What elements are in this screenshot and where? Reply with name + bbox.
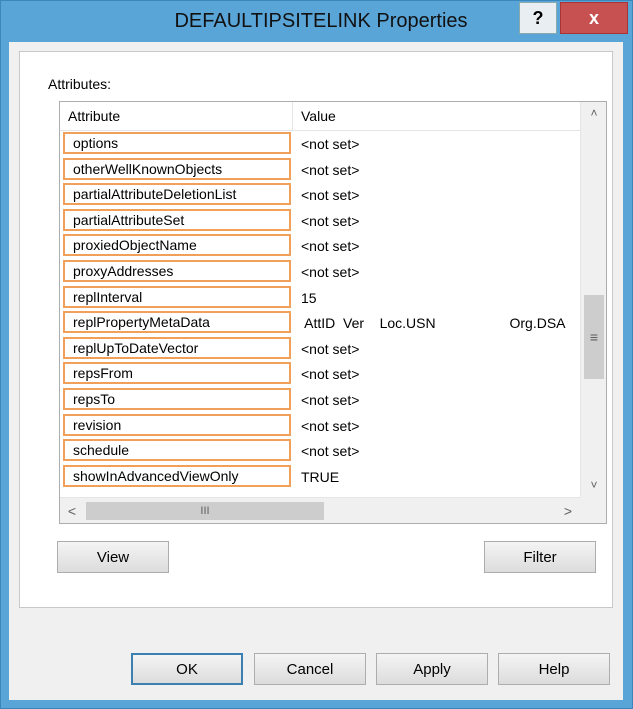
attribute-value-cell: <not set> <box>301 212 360 229</box>
attributes-label: Attributes: <box>48 76 112 92</box>
attribute-name-cell: partialAttributeDeletionList <box>63 183 291 206</box>
table-row[interactable]: repsFrom <not set> <box>60 361 580 387</box>
horizontal-scroll-thumb[interactable]: III <box>86 502 324 520</box>
attribute-value-cell: <not set> <box>301 136 360 152</box>
filter-button[interactable]: Filter <box>484 541 596 573</box>
attribute-name-cell: replPropertyMetaData <box>63 311 291 334</box>
table-row[interactable]: otherWellKnownObjects <not set> <box>60 157 580 183</box>
attribute-value-cell: <not set> <box>301 187 360 204</box>
attribute-value-cell: <not set> <box>301 161 360 178</box>
dialog-body: Attributes: Attribute Value options <not … <box>9 42 623 700</box>
attribute-value-cell: <not set> <box>301 417 360 434</box>
table-row[interactable]: proxyAddresses <not set> <box>60 259 580 285</box>
attribute-value-cell: <not set> <box>301 443 360 460</box>
horizontal-scrollbar[interactable]: < III > <box>60 497 580 523</box>
scroll-left-icon[interactable]: < <box>60 498 84 523</box>
attribute-value-cell: 15 <box>301 289 317 306</box>
attribute-value-cell: <not set> <box>301 238 360 255</box>
attribute-name-cell: partialAttributeSet <box>63 208 291 231</box>
cancel-button[interactable]: Cancel <box>254 653 366 685</box>
table-row[interactable]: partialAttributeDeletionList <not set> <box>60 182 580 208</box>
scroll-up-icon[interactable]: ˄ <box>581 102 606 124</box>
table-row[interactable]: repsTo <not set> <box>60 387 580 413</box>
scroll-right-icon[interactable]: > <box>556 498 580 523</box>
table-row[interactable]: revision <not set> <box>60 413 580 439</box>
attribute-name-cell: options <box>63 132 291 154</box>
attribute-value-cell: AttID Ver Loc.USN Org.DSA <box>301 315 566 332</box>
help-title-button[interactable]: ? <box>519 2 557 34</box>
window-title: DEFAULTIPSITELINK Properties <box>174 10 468 32</box>
vertical-scrollbar[interactable]: ˄ ≡ ˅ <box>580 102 606 497</box>
table-row[interactable]: replInterval 15 <box>60 285 580 311</box>
title-bar[interactable]: DEFAULTIPSITELINK Properties ? x <box>1 1 632 41</box>
grip-icon: ≡ <box>589 329 599 345</box>
attribute-value-cell: <not set> <box>301 366 360 383</box>
attributes-list[interactable]: Attribute Value options <not set> otherWel… <box>59 101 607 524</box>
attribute-name-cell: schedule <box>63 439 291 462</box>
column-header-attribute[interactable]: Attribute <box>60 102 293 130</box>
attribute-name-cell: replInterval <box>63 285 291 308</box>
table-row[interactable]: partialAttributeSet <not set> <box>60 208 580 234</box>
attribute-name-cell: showInAdvancedViewOnly <box>63 464 291 487</box>
table-row[interactable]: options <not set> <box>60 131 580 157</box>
ok-button[interactable]: OK <box>131 653 243 685</box>
attribute-name-cell: proxiedObjectName <box>63 234 291 257</box>
table-row[interactable]: showInAdvancedViewOnly TRUE <box>60 464 580 490</box>
attribute-name-cell: repsTo <box>63 387 291 410</box>
apply-button[interactable]: Apply <box>376 653 488 685</box>
view-button[interactable]: View <box>57 541 169 573</box>
list-header: Attribute Value <box>60 102 580 131</box>
column-header-value[interactable]: Value <box>293 102 580 130</box>
vertical-scroll-thumb[interactable]: ≡ <box>584 295 604 379</box>
attribute-value-cell: <not set> <box>301 263 360 280</box>
table-row[interactable]: schedule <not set> <box>60 438 580 464</box>
attribute-value-cell: <not set> <box>301 340 360 357</box>
attribute-editor-panel: Attributes: Attribute Value options <not … <box>19 51 613 608</box>
table-row[interactable]: replUpToDateVector <not set> <box>60 336 580 362</box>
attribute-name-cell: replUpToDateVector <box>63 336 291 359</box>
list-rows: options <not set> otherWellKnownObjects <no… <box>60 131 580 489</box>
scroll-corner <box>580 497 606 523</box>
scroll-down-icon[interactable]: ˅ <box>581 474 606 496</box>
attribute-name-cell: revision <box>63 413 291 436</box>
attribute-value-cell: TRUE <box>301 468 340 485</box>
attribute-name-cell: repsFrom <box>63 362 291 385</box>
help-button[interactable]: Help <box>498 653 610 685</box>
attribute-name-cell: otherWellKnownObjects <box>63 157 291 180</box>
table-row[interactable]: replPropertyMetaData AttID Ver Loc.USN O… <box>60 310 580 336</box>
properties-window: DEFAULTIPSITELINK Properties ? x Attribu… <box>0 0 633 709</box>
attribute-value-cell: <not set> <box>301 391 360 408</box>
attribute-name-cell: proxyAddresses <box>63 259 291 282</box>
close-button[interactable]: x <box>560 2 628 34</box>
table-row[interactable]: proxiedObjectName <not set> <box>60 233 580 259</box>
